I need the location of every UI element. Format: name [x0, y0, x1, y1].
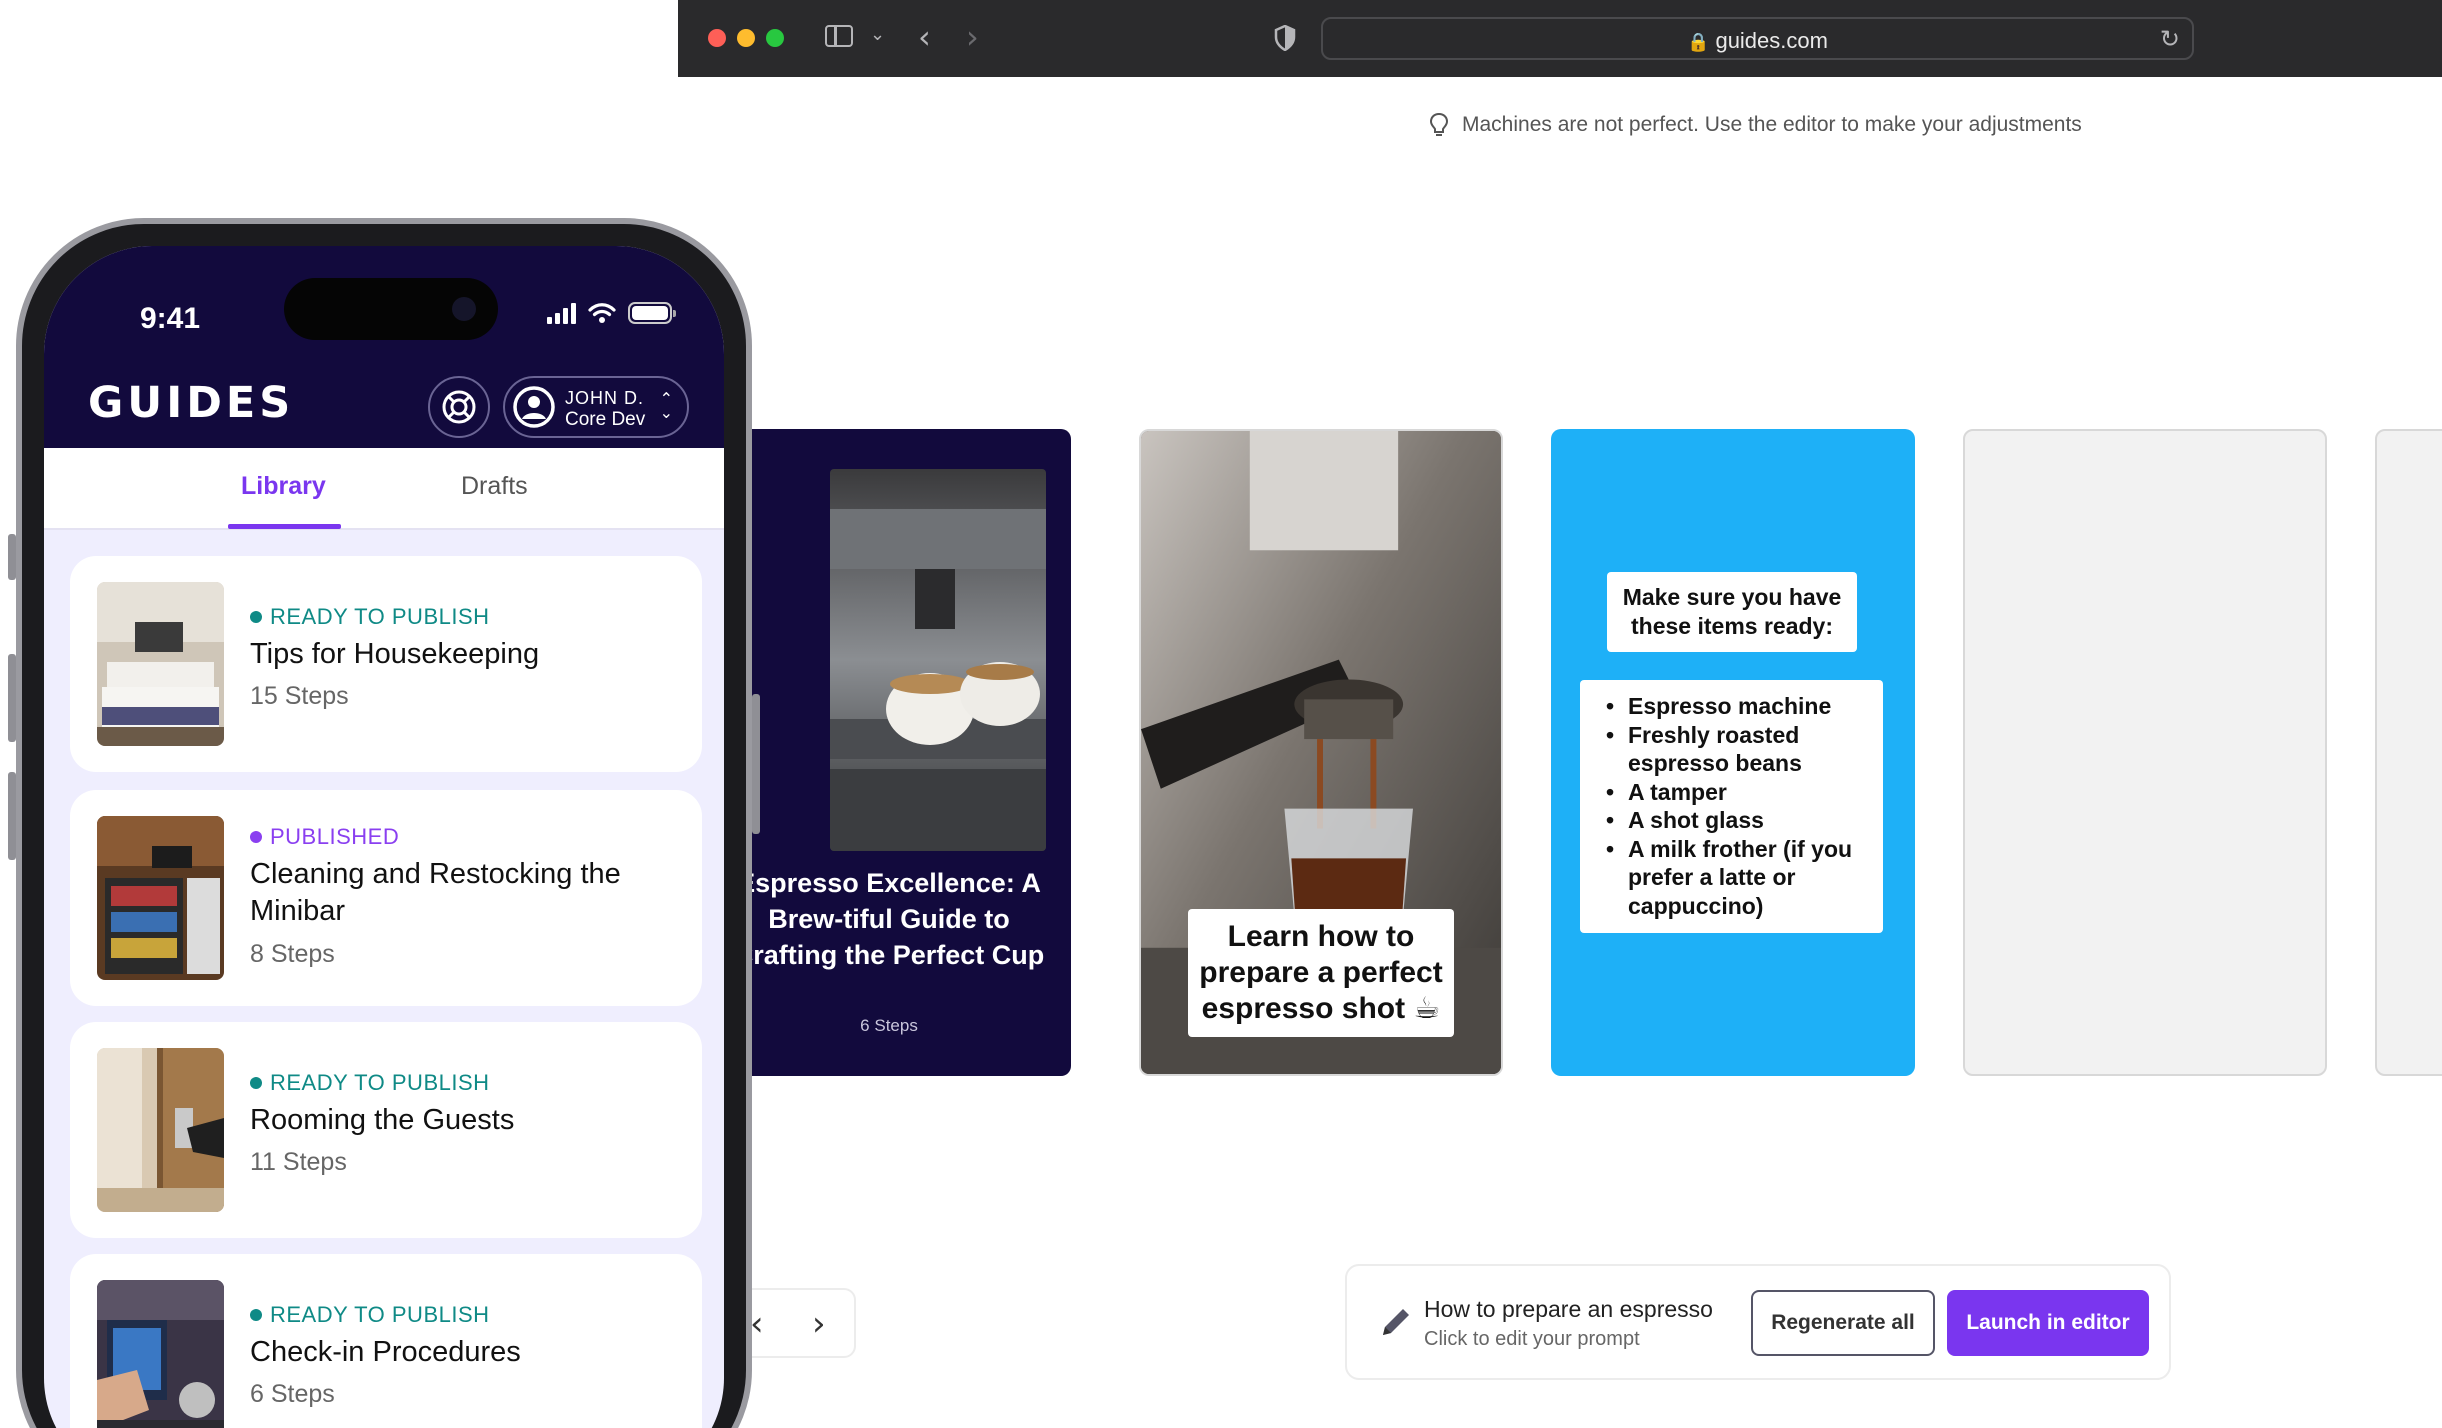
tab-drafts[interactable]: Drafts — [461, 472, 528, 501]
status-dot — [250, 611, 262, 623]
status-label: PUBLISHED — [270, 824, 400, 849]
guide-intro-card[interactable]: Espresso Excellence: A Brew-tiful Guide … — [707, 429, 1071, 1076]
phone-screen: 9:41 GUIDES JOHN D. Core Dev ⌃ ⌄ Library… — [44, 246, 724, 1428]
app-header: 9:41 GUIDES JOHN D. Core Dev ⌃ ⌄ — [44, 246, 724, 448]
shield-icon[interactable] — [1274, 25, 1296, 51]
status-badge: READY TO PUBLISH — [250, 1070, 490, 1096]
minimize-window-button[interactable] — [737, 29, 755, 47]
guide-title: Rooming the Guests — [250, 1104, 515, 1136]
guide-title: Cleaning and Restocking the Minibar — [250, 858, 621, 927]
status-time: 9:41 — [140, 302, 201, 335]
checkin-desk-thumbnail — [97, 1280, 224, 1428]
active-tab-indicator — [228, 524, 341, 529]
hotel-bedroom-thumbnail — [97, 582, 224, 746]
camera-icon — [452, 297, 476, 321]
sidebar-toggle-icon[interactable] — [825, 25, 853, 47]
guide-title: Check-in Procedures — [250, 1336, 521, 1368]
back-arrow-icon[interactable]: ‹ — [918, 18, 931, 56]
avatar — [513, 386, 555, 428]
hint-message: Machines are not perfect. Use the editor… — [1428, 112, 2082, 138]
url-label: guides.com — [1715, 28, 1828, 53]
user-name: JOHN D. — [565, 388, 644, 408]
tab-bar: Library Drafts — [44, 448, 724, 530]
guide-title: Espresso Excellence: A Brew-tiful Guide … — [733, 868, 1045, 970]
status-icons — [547, 302, 676, 324]
phone-device: 9:41 GUIDES JOHN D. Core Dev ⌃ ⌄ Library… — [8, 218, 760, 1428]
url-text: 🔒 guides.com — [1323, 28, 2192, 54]
wifi-icon — [588, 303, 616, 323]
list-item[interactable]: READY TO PUBLISH Tips for Housekeeping 1… — [70, 556, 702, 772]
regenerate-all-button[interactable]: Regenerate all — [1751, 1290, 1935, 1356]
reload-icon[interactable]: ↻ — [2160, 25, 2180, 54]
phone-side-button — [752, 694, 760, 834]
launch-in-editor-button[interactable]: Launch in editor — [1947, 1290, 2149, 1356]
checklist: Espresso machine Freshly roasted espress… — [1580, 680, 1883, 933]
chevron-right-icon[interactable]: › — [812, 1304, 826, 1344]
phone-side-button — [8, 534, 16, 580]
list-item[interactable]: READY TO PUBLISH Check-in Procedures 6 S… — [70, 1254, 702, 1428]
step-card-intro-shot[interactable]: Learn how to prepare a perfect espresso … — [1139, 429, 1503, 1076]
status-dot — [250, 1077, 262, 1089]
chevron-left-icon[interactable]: ‹ — [750, 1304, 764, 1344]
cellular-signal-icon — [547, 302, 576, 324]
checklist-item: Freshly roasted espresso beans — [1606, 721, 1869, 778]
hint-text: Machines are not perfect. Use the editor… — [1462, 113, 2082, 136]
browser-window: ⌄ ‹ › 🔒 guides.com ↻ Machines are not per… — [678, 0, 2442, 1428]
status-badge: READY TO PUBLISH — [250, 604, 490, 630]
checklist-item: A shot glass — [1606, 806, 1869, 835]
guide-steps-count: 6 Steps — [860, 1016, 918, 1035]
status-dot — [250, 1309, 262, 1321]
door-keycard-thumbnail — [97, 1048, 224, 1212]
status-label: READY TO PUBLISH — [270, 1070, 490, 1095]
status-label: READY TO PUBLISH — [270, 1302, 490, 1327]
browser-toolbar: ⌄ ‹ › 🔒 guides.com ↻ — [678, 0, 2442, 77]
phone-side-button — [8, 654, 16, 742]
phone-side-button — [8, 772, 16, 860]
guide-steps-count: 6 Steps — [250, 1380, 335, 1408]
forward-arrow-icon[interactable]: › — [966, 18, 979, 56]
step-card-checklist[interactable]: Make sure you have these items ready: Es… — [1551, 429, 1915, 1076]
checklist-item: A tamper — [1606, 778, 1869, 807]
step-caption: Learn how to prepare a perfect espresso … — [1188, 909, 1454, 1037]
minibar-thumbnail — [97, 816, 224, 980]
guide-steps-count: 8 Steps — [250, 940, 335, 968]
checklist-item: A milk frother (if you prefer a latte or… — [1606, 835, 1869, 921]
pencil-icon[interactable] — [1377, 1303, 1415, 1341]
list-item[interactable]: READY TO PUBLISH Rooming the Guests 11 S… — [70, 1022, 702, 1238]
chevron-down-icon[interactable]: ⌄ — [870, 24, 885, 45]
guide-steps-count: 15 Steps — [250, 682, 349, 710]
step-card-placeholder[interactable] — [1963, 429, 2327, 1076]
guide-steps-count: 11 Steps — [250, 1148, 347, 1176]
help-button[interactable] — [428, 376, 490, 438]
status-badge: READY TO PUBLISH — [250, 1302, 490, 1328]
tab-library[interactable]: Library — [241, 472, 326, 501]
status-badge: PUBLISHED — [250, 824, 399, 850]
maximize-window-button[interactable] — [766, 29, 784, 47]
user-menu[interactable]: JOHN D. Core Dev ⌃ ⌄ — [503, 376, 689, 438]
list-item[interactable]: PUBLISHED Cleaning and Restocking the Mi… — [70, 790, 702, 1006]
battery-icon — [628, 302, 676, 324]
dynamic-island — [284, 278, 498, 340]
step-card-placeholder[interactable] — [2375, 429, 2442, 1076]
prompt-bar: How to prepare an espresso Click to edit… — [1345, 1264, 2171, 1380]
status-dot — [250, 831, 262, 843]
lifebuoy-icon — [442, 390, 476, 424]
prompt-title[interactable]: How to prepare an espresso — [1424, 1296, 1713, 1323]
prompt-subtitle: Click to edit your prompt — [1424, 1328, 1640, 1350]
close-window-button[interactable] — [708, 29, 726, 47]
lightbulb-icon — [1429, 112, 1449, 136]
espresso-machine-photo — [830, 469, 1046, 851]
checklist-heading: Make sure you have these items ready: — [1607, 572, 1857, 652]
checklist-item: Espresso machine — [1606, 692, 1869, 721]
address-bar[interactable]: 🔒 guides.com ↻ — [1321, 17, 2194, 60]
app-logo: GUIDES — [88, 378, 295, 428]
guide-title: Tips for Housekeeping — [250, 638, 540, 670]
user-role: Core Dev — [565, 409, 646, 430]
lock-icon: 🔒 — [1687, 32, 1710, 52]
chevron-updown-icon: ⌃ ⌄ — [659, 389, 673, 422]
status-label: READY TO PUBLISH — [270, 604, 490, 629]
